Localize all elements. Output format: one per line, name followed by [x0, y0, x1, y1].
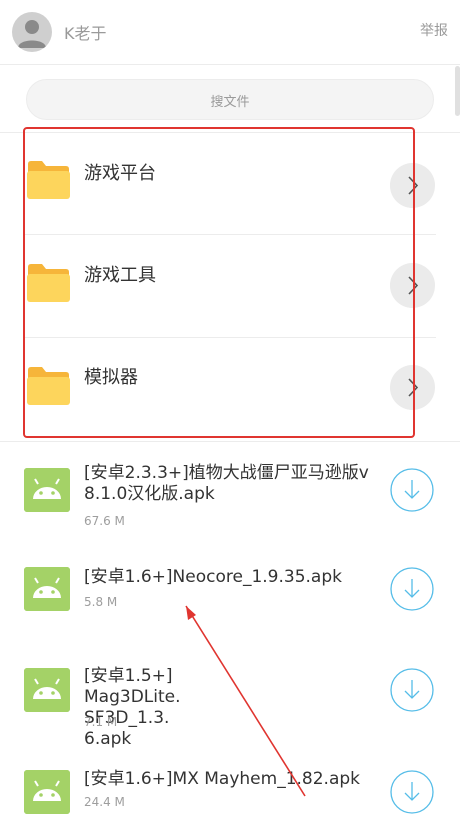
- avatar[interactable]: [12, 12, 52, 52]
- file-row[interactable]: [安卓2.3.3+]植物大战僵尸亚马逊版v8.1.0汉化版.apk 67.6 M: [0, 442, 460, 544]
- file-size: 67.6 M: [84, 514, 125, 528]
- android-apk-icon: [24, 567, 70, 611]
- download-icon[interactable]: [390, 770, 434, 814]
- user-silhouette-icon: [18, 20, 46, 48]
- android-apk-icon: [24, 770, 70, 814]
- report-button[interactable]: 举报: [420, 20, 448, 40]
- highlight-box: [23, 127, 415, 438]
- file-size: 7.1 M: [84, 715, 118, 729]
- android-apk-icon: [24, 668, 70, 712]
- search-input[interactable]: 搜文件: [26, 79, 434, 120]
- file-name: [安卓2.3.3+]植物大战僵尸亚马逊版v8.1.0汉化版.apk: [84, 463, 369, 504]
- username[interactable]: K老于: [64, 20, 107, 44]
- download-icon[interactable]: [390, 668, 434, 712]
- download-icon[interactable]: [390, 468, 434, 512]
- file-name: [安卓1.6+]Neocore_1.9.35.apk: [84, 567, 342, 587]
- scrollbar[interactable]: [455, 66, 460, 116]
- file-row[interactable]: [安卓1.5+]Mag3DLite.SF3D_1.3.6.apk 7.1 M: [0, 646, 460, 749]
- android-apk-icon: [24, 468, 70, 512]
- file-size: 24.4 M: [84, 795, 125, 809]
- header: K老于 举报: [0, 0, 460, 65]
- file-name: [安卓1.5+]Mag3DLite.SF3D_1.3.6.apk: [84, 666, 181, 749]
- search-placeholder: 搜文件: [210, 95, 250, 110]
- file-name: [安卓1.6+]MX Mayhem_1.82.apk: [84, 769, 361, 789]
- file-size: 5.8 M: [84, 595, 118, 609]
- file-row[interactable]: [安卓1.6+]MX Mayhem_1.82.apk 24.4 M: [0, 748, 460, 818]
- file-row[interactable]: [安卓1.6+]Neocore_1.9.35.apk 5.8 M: [0, 544, 460, 646]
- download-icon[interactable]: [390, 567, 434, 611]
